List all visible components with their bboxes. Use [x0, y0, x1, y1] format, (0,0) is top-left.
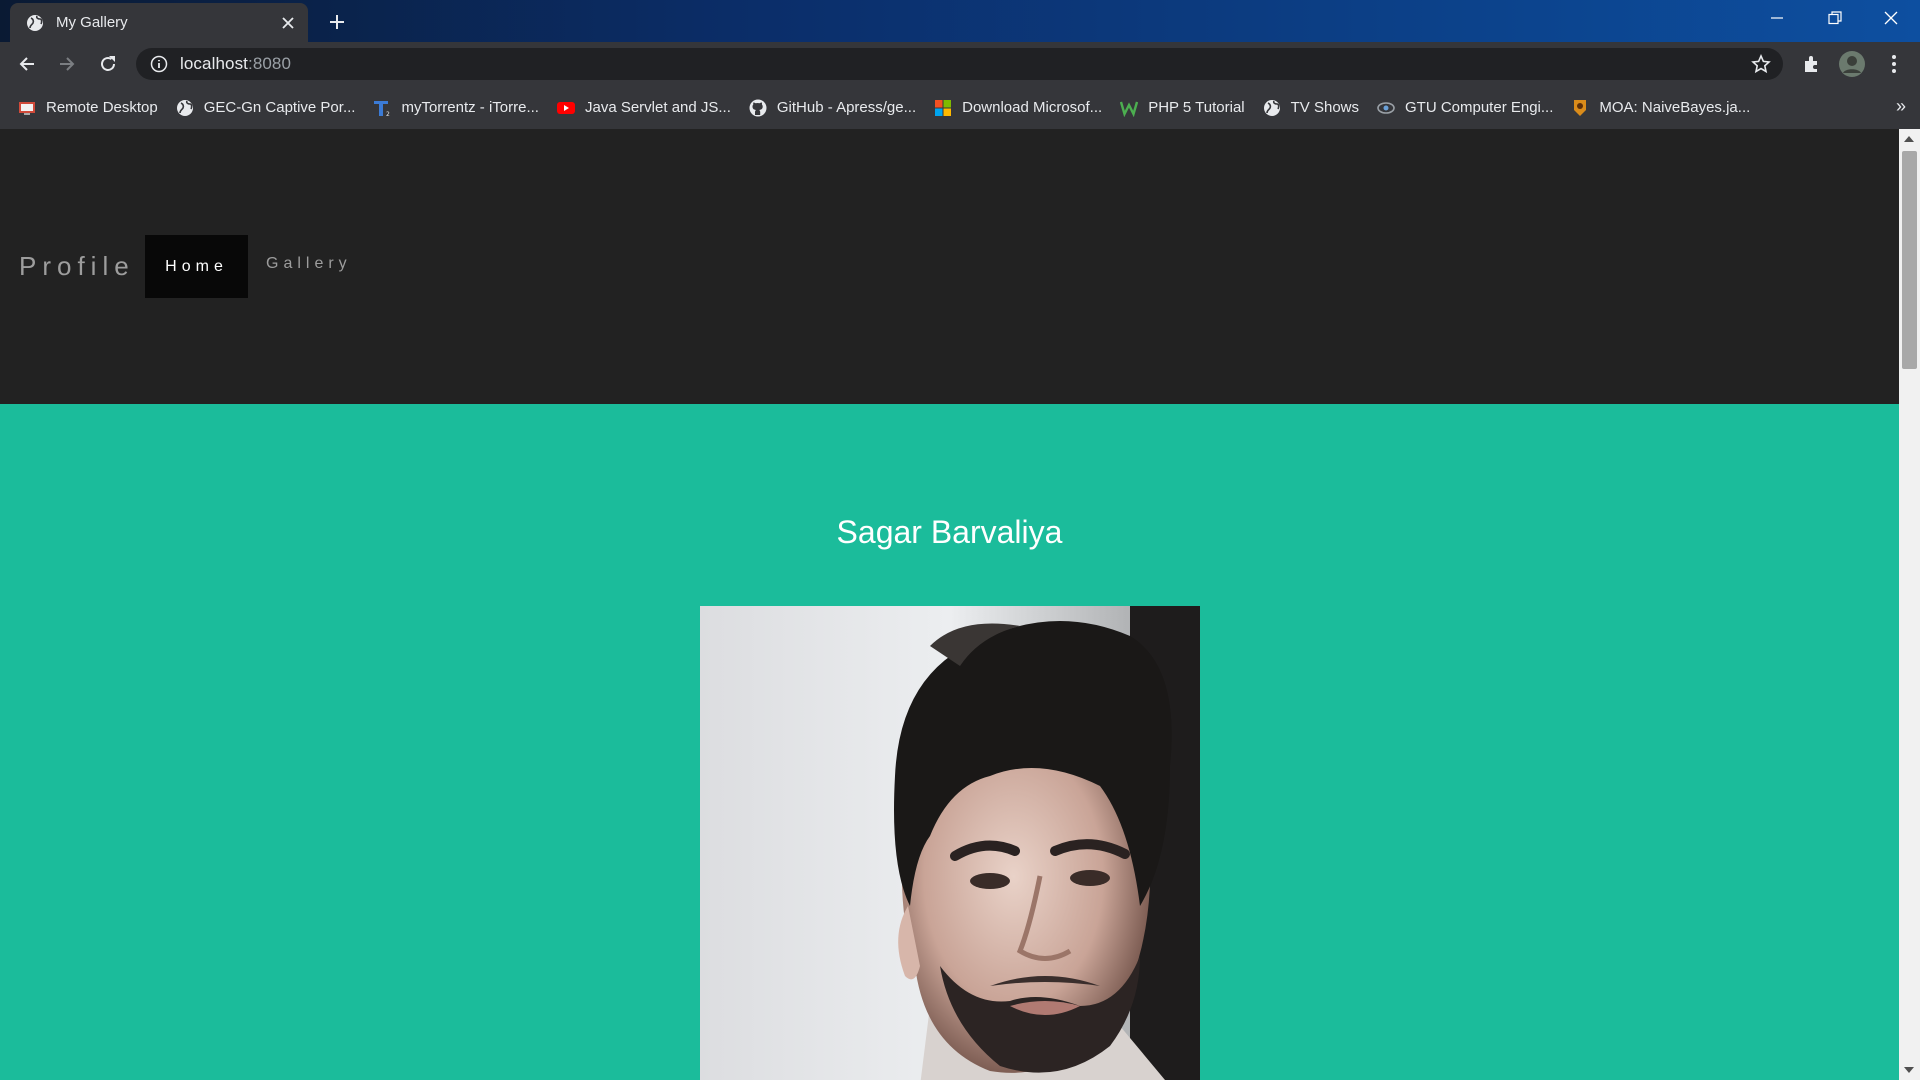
new-tab-button[interactable]	[323, 8, 351, 36]
browser-title-bar: My Gallery	[0, 0, 1920, 42]
bookmark-label: PHP 5 Tutorial	[1148, 99, 1245, 116]
bookmark-label: TV Shows	[1290, 99, 1359, 116]
globe-icon	[26, 14, 44, 32]
bookmark-item[interactable]: Remote Desktop	[18, 99, 158, 117]
bookmark-label: Java Servlet and JS...	[584, 99, 731, 116]
bookmarks-bar: Remote Desktop GEC-Gn Captive Por... 2 m…	[0, 86, 1920, 129]
bookmark-item[interactable]: 2 myTorrentz - iTorre...	[373, 99, 539, 117]
profile-name: Sagar Barvaliya	[836, 514, 1063, 550]
bookmark-item[interactable]: GEC-Gn Captive Por...	[176, 99, 356, 117]
bookmark-item[interactable]: TV Shows	[1263, 99, 1359, 117]
navbar-brand[interactable]: Profile	[19, 251, 135, 282]
page-viewport: Profile Home Gallery Sagar Barvaliya	[0, 129, 1899, 1080]
scroll-up-arrow-icon[interactable]	[1904, 136, 1914, 142]
scrollbar-thumb[interactable]	[1902, 151, 1917, 369]
bookmark-label: myTorrentz - iTorre...	[401, 99, 539, 116]
url-text: localhost:8080	[180, 54, 291, 74]
bookmark-label: Remote Desktop	[46, 99, 158, 116]
github-icon	[749, 99, 767, 117]
url-host: localhost	[180, 54, 248, 73]
tab-title: My Gallery	[56, 14, 128, 31]
profile-avatar[interactable]	[1838, 50, 1866, 78]
bookmark-item[interactable]: PHP 5 Tutorial	[1120, 99, 1245, 117]
w3schools-icon	[1120, 99, 1139, 117]
moa-icon	[1571, 99, 1589, 117]
address-bar[interactable]: localhost:8080	[136, 48, 1783, 80]
bookmark-item[interactable]: Download Microsof...	[934, 99, 1102, 117]
minimize-button[interactable]	[1748, 0, 1806, 36]
nav-link-home[interactable]: Home	[145, 235, 248, 298]
close-window-button[interactable]	[1862, 0, 1920, 36]
bookmark-star-icon[interactable]	[1751, 54, 1771, 74]
bookmark-item[interactable]: GTU Computer Engi...	[1377, 99, 1553, 117]
site-info-icon[interactable]	[150, 55, 168, 73]
globe-icon	[176, 99, 194, 117]
menu-kebab-icon[interactable]	[1880, 50, 1908, 78]
youtube-icon	[556, 99, 575, 117]
scroll-down-arrow-icon[interactable]	[1904, 1067, 1914, 1073]
torrentz-icon: 2	[373, 99, 391, 117]
browser-toolbar: localhost:8080	[0, 42, 1920, 86]
globe-icon	[1263, 99, 1281, 117]
svg-text:2: 2	[386, 111, 390, 117]
bookmark-label: Download Microsof...	[962, 99, 1103, 116]
close-tab-icon[interactable]	[278, 13, 298, 33]
profile-photo	[700, 606, 1200, 1080]
bookmark-label: GTU Computer Engi...	[1405, 99, 1554, 116]
more-bookmarks-button[interactable]: »	[1896, 96, 1906, 117]
bookmark-item[interactable]: GitHub - Apress/ge...	[749, 99, 916, 117]
forward-button[interactable]	[53, 50, 81, 78]
site-navbar: Profile Home Gallery	[0, 129, 1899, 404]
bookmark-label: MOA: NaiveBayes.ja...	[1599, 99, 1751, 116]
url-port: :8080	[248, 54, 292, 73]
bookmark-label: GEC-Gn Captive Por...	[203, 99, 356, 116]
restore-button[interactable]	[1806, 0, 1864, 36]
back-button[interactable]	[13, 50, 41, 78]
browser-tab[interactable]: My Gallery	[10, 3, 308, 42]
bookmark-item[interactable]: Java Servlet and JS...	[556, 99, 731, 117]
reload-button[interactable]	[94, 50, 122, 78]
microsoft-icon	[934, 99, 952, 117]
bookmark-label: GitHub - Apress/ge...	[776, 99, 917, 116]
gtu-icon	[1377, 99, 1395, 117]
nav-link-gallery[interactable]: Gallery	[266, 255, 352, 273]
page-scrollbar[interactable]	[1899, 129, 1920, 1080]
remote-desktop-icon	[18, 99, 36, 117]
bookmark-item[interactable]: MOA: NaiveBayes.ja...	[1571, 99, 1750, 117]
extensions-icon[interactable]	[1798, 50, 1826, 78]
